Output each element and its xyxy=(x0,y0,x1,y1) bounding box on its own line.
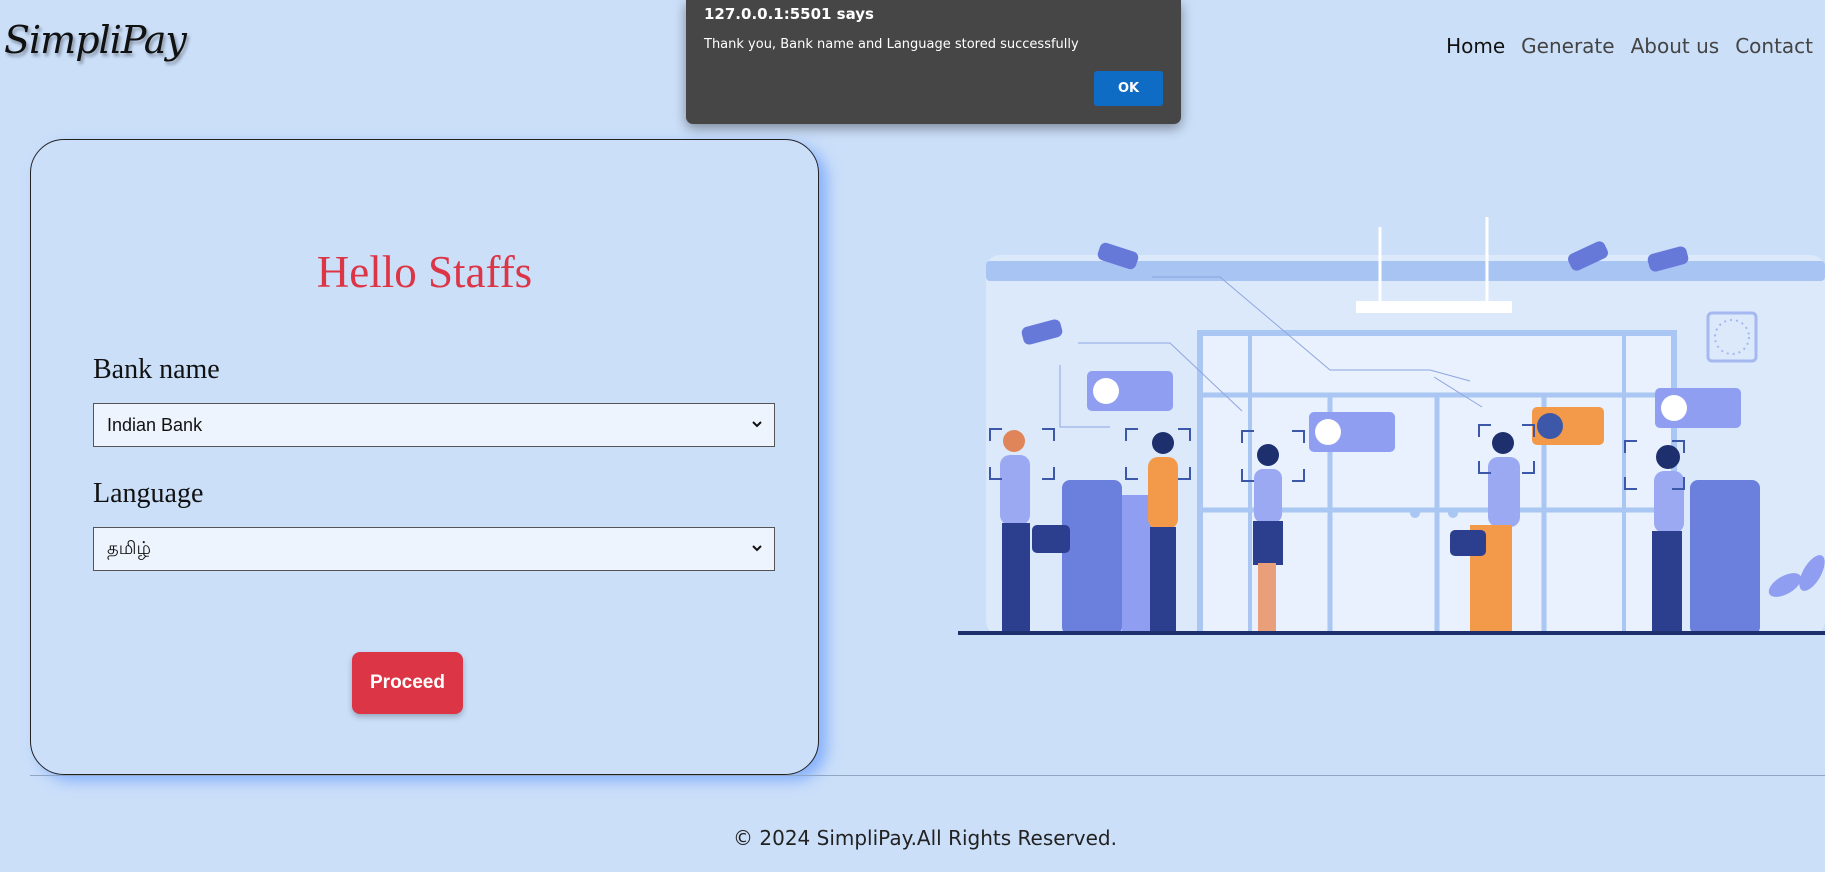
language-value: தமிழ் xyxy=(107,537,151,558)
bank-name-label: Bank name xyxy=(93,354,220,385)
nav-generate[interactable]: Generate xyxy=(1521,34,1614,58)
language-select[interactable]: தமிழ் xyxy=(93,527,775,571)
bank-queue-illustration xyxy=(958,217,1825,635)
nav-about-us[interactable]: About us xyxy=(1631,34,1720,58)
footer-divider xyxy=(30,775,1825,776)
alert-message: Thank you, Bank name and Language stored… xyxy=(704,37,1079,52)
alert-title: 127.0.0.1:5501 says xyxy=(704,5,874,23)
chevron-down-icon xyxy=(752,421,762,428)
bank-name-select[interactable]: Indian Bank xyxy=(93,403,775,447)
nav-contact[interactable]: Contact xyxy=(1735,34,1813,58)
proceed-button[interactable]: Proceed xyxy=(352,652,463,714)
alert-ok-button[interactable]: OK xyxy=(1094,71,1163,106)
footer-copyright: © 2024 SimpliPay.All Rights Reserved. xyxy=(733,826,1117,850)
main-nav: Home Generate About us Contact xyxy=(1446,34,1813,58)
nav-home[interactable]: Home xyxy=(1446,34,1505,58)
site-logo[interactable]: SimpliPay xyxy=(4,18,187,62)
language-label: Language xyxy=(93,478,204,509)
alert-dialog: 127.0.0.1:5501 says Thank you, Bank name… xyxy=(686,0,1181,124)
form-heading: Hello Staffs xyxy=(316,247,533,297)
bank-name-value: Indian Bank xyxy=(107,414,203,435)
chevron-down-icon xyxy=(752,545,762,552)
staff-form-card: Hello Staffs Bank name Indian Bank Langu… xyxy=(30,139,819,775)
